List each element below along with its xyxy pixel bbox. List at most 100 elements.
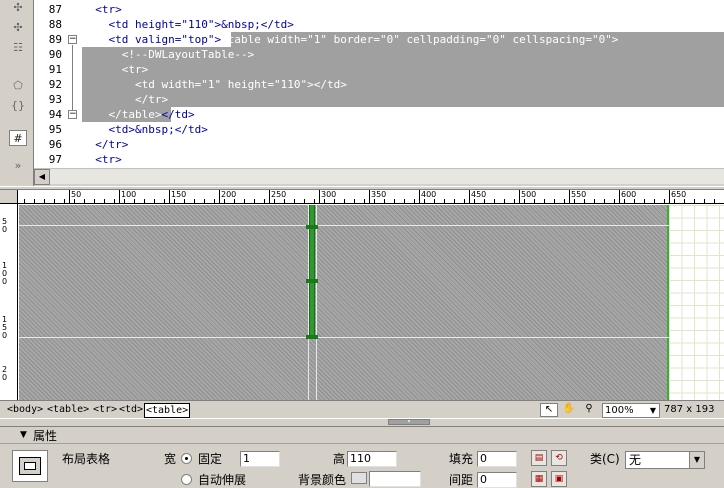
ruler-minor-tick [154,199,155,203]
make-widths-consistent-icon[interactable]: ⟲ [551,450,567,466]
expand-triangle-icon[interactable]: ▼ [20,430,27,440]
fold-toggle[interactable]: − [68,35,77,44]
code-line[interactable]: <!--DWLayoutTable--> [82,47,254,62]
vertical-ruler: 5 0 1 0 0 1 5 0 2 0 [0,204,18,400]
resize-handle[interactable] [306,225,318,229]
design-view[interactable]: 50 100 150 200 250 300 350 400 450 500 550 600 650 5… [0,190,724,400]
line-numbers-icon[interactable]: # [9,130,27,146]
fixed-width-label: 固定 [198,452,223,466]
ruler-minor-tick [24,199,25,203]
class-select[interactable]: 无 ▼ [625,451,705,469]
bgcolor-label: 背景颜色 [298,473,347,487]
remove-nesting-icon[interactable]: ▦ [531,471,547,487]
zoom-select[interactable]: 100% ▼ [602,403,660,418]
ruler-minor-tick [434,199,435,203]
tag-selector-table[interactable]: <table> [46,403,90,416]
ruler-minor-tick [54,199,55,203]
ruler-minor-tick [444,199,445,203]
line-number: 90 [48,48,62,61]
code-view[interactable]: 87 88 89 90 91 92 93 94 95 96 97 − − <tr> <td heig… [0,0,724,168]
code-line[interactable]: <tr> [82,2,122,17]
tag-selector-td[interactable]: <td> [118,403,144,416]
ruler-minor-tick [684,199,685,203]
ruler-tick-label: 300 [321,190,337,199]
code-line[interactable]: <td>&nbsp;</td> [82,122,207,137]
ruler-origin[interactable] [0,190,18,204]
remove-spacers-icon[interactable]: ▣ [551,471,567,487]
code-line[interactable]: </table></td> [82,107,194,122]
ruler-minor-tick [514,199,515,203]
collapse-panel-icon[interactable]: ▾ [388,419,430,425]
resize-handle[interactable] [306,279,318,283]
fixed-width-radio[interactable] [181,453,192,464]
zoom-tool-icon[interactable]: ⚲ [580,403,598,417]
select-parent-icon[interactable]: ✣ [9,20,27,36]
panel-title: 属性 [33,429,58,443]
layout-table[interactable] [19,205,669,400]
code-text: <td width="1" height="110"></td> [82,78,347,91]
ruler-minor-tick [214,199,215,203]
wrap-icon[interactable]: ✣ [9,0,27,16]
code-line[interactable]: </tr> [82,92,168,107]
fold-guide [72,45,73,110]
ruler-tick-label: 250 [271,190,287,199]
code-line[interactable]: <tr> [82,152,122,167]
line-number: 97 [48,153,62,166]
scroll-left-icon[interactable]: ◀ [34,169,50,185]
spacing-input[interactable]: 0 [477,472,517,488]
ruler-minor-tick [174,199,175,203]
code-line[interactable]: <td height="110">&nbsp;</td> [82,17,293,32]
bgcolor-input[interactable] [369,471,421,487]
panel-resize-grip[interactable]: ▾ [0,418,724,426]
width-input[interactable]: 1 [240,451,280,467]
syntax-icon[interactable]: {} [9,98,27,114]
padding-input[interactable]: 0 [477,451,517,467]
ruler-tick-label: 200 [221,190,237,199]
cell-boundary [19,225,669,226]
ruler-tick-label: 350 [371,190,387,199]
pointer-tool-icon[interactable]: ↖ [540,403,558,417]
line-number: 91 [48,63,62,76]
ruler-minor-tick [84,199,85,203]
balance-braces-icon[interactable]: ☷ [9,40,27,56]
ruler-minor-tick [584,199,585,203]
ruler-minor-tick [424,199,425,203]
code-line[interactable]: <td width="1" height="110"></td> [82,77,347,92]
ruler-minor-tick [134,199,135,203]
ruler-tick-label: 450 [471,190,487,199]
line-number: 92 [48,78,62,91]
ruler-minor-tick [304,199,305,203]
ruler-minor-tick [494,199,495,203]
clear-height-icon[interactable]: ▤ [531,450,547,466]
ruler-minor-tick [94,199,95,203]
bgcolor-swatch[interactable] [351,472,367,484]
element-type-label: 布局表格 [62,452,111,466]
ruler-minor-tick [284,199,285,203]
code-horizontal-scrollbar[interactable]: ◀ [34,168,724,185]
collapse-icon[interactable]: » [9,158,27,174]
height-input[interactable]: 110 [347,451,397,467]
code-line[interactable]: </tr> [82,137,128,152]
horizontal-ruler: 50 100 150 200 250 300 350 400 450 500 550 600 650 [18,190,724,204]
ruler-minor-tick [624,199,625,203]
class-value: 无 [629,453,642,467]
ruler-minor-tick [614,199,615,203]
fold-toggle[interactable]: − [68,110,77,119]
hand-tool-icon[interactable]: ✋ [560,403,578,417]
code-line[interactable]: <tr> [82,62,149,77]
ruler-minor-tick [554,199,555,203]
width-label: 宽 [164,452,177,466]
autostretch-radio[interactable] [181,474,192,485]
ruler-minor-tick [34,199,35,203]
resize-handle[interactable] [306,335,318,339]
highlight-invalid-icon[interactable]: ⬠ [9,78,27,94]
tag-selector-tr[interactable]: <tr> [92,403,118,416]
tag-selector-body[interactable]: <body> [6,403,44,416]
window-size[interactable]: 787 x 193 [664,403,714,417]
ruler-minor-tick [374,199,375,203]
tag-selector-table-selected[interactable]: <table> [144,403,191,418]
ruler-tick-label: 600 [621,190,637,199]
code-line[interactable]: <td valign="top"><table width="1" border… [82,32,618,47]
design-canvas[interactable] [19,205,724,400]
properties-panel-header[interactable]: ▼ 属性 [0,426,724,444]
